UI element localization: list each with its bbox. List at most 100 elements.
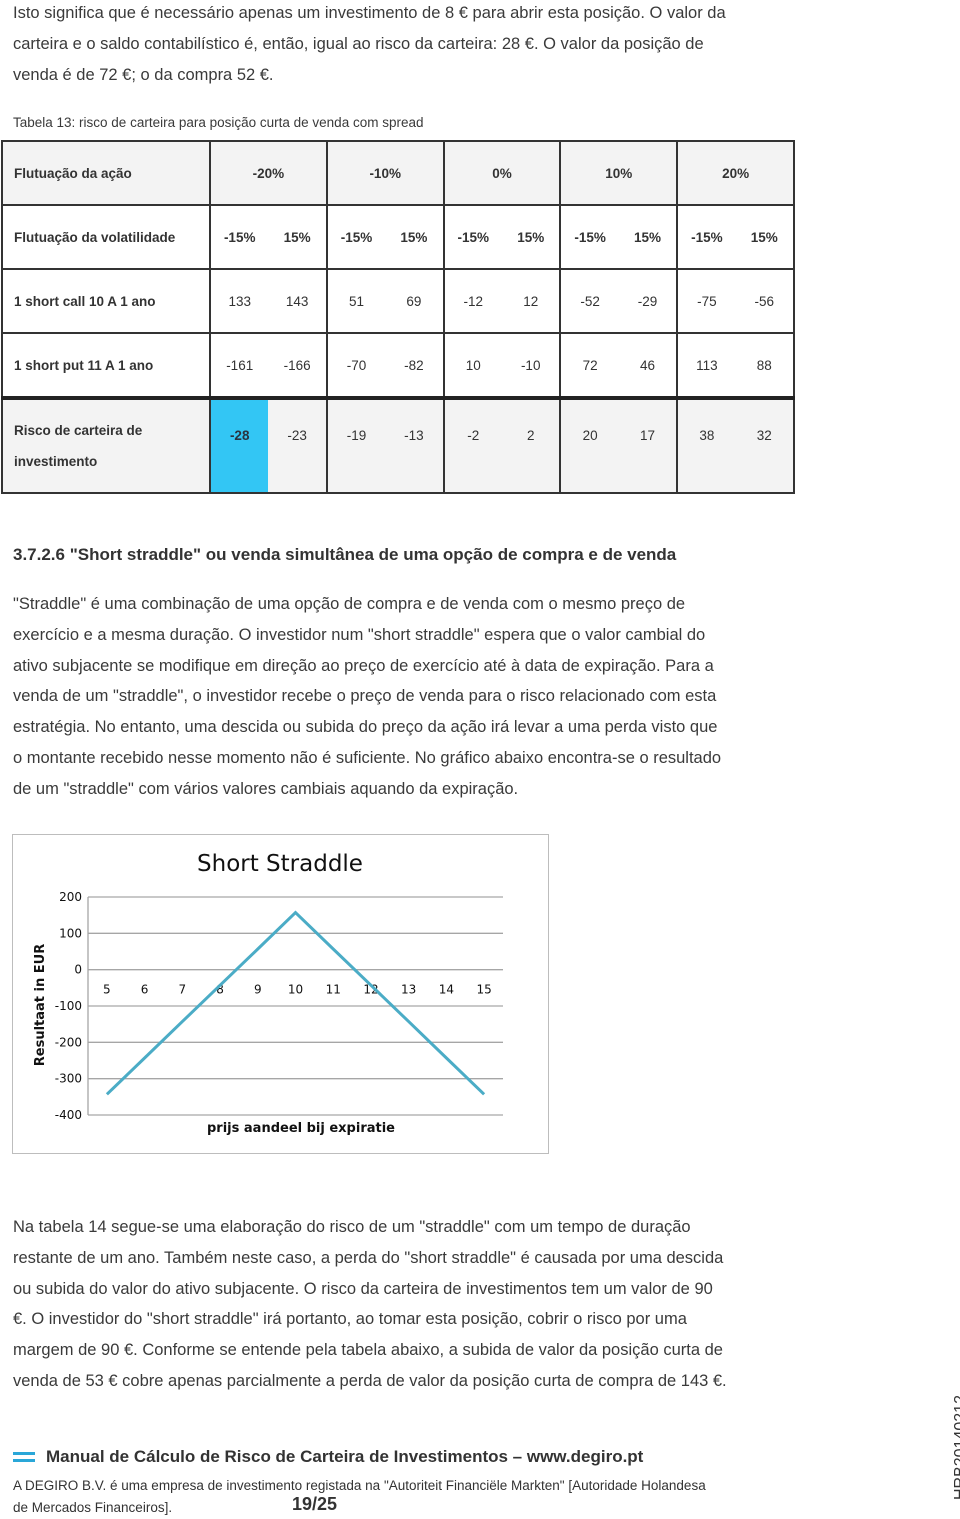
section-heading: 3.7.2.6 "Short straddle" ou venda simult… xyxy=(13,545,677,564)
vol-cell: 15% xyxy=(633,229,662,245)
table-row-total-risk: Risco de carteira de investimento -28 -23… xyxy=(1,396,795,494)
row-label: 1 short call 10 A 1 ano xyxy=(1,268,211,334)
intro-paragraph: Isto significa que é necessário apenas u… xyxy=(13,0,726,90)
value-cell: -75 xyxy=(697,293,717,309)
document-code: HRB20140212 xyxy=(952,1395,960,1500)
value-cell: 12 xyxy=(523,293,539,309)
intro-line: carteira e o saldo contabilístico é, ent… xyxy=(13,34,704,53)
vol-cell: 15% xyxy=(283,229,311,245)
stock-move-cell: 10% xyxy=(559,140,679,206)
x-tick-label: 5 xyxy=(103,983,111,997)
row-label: Flutuação da ação xyxy=(1,140,211,206)
y-tick-label: 100 xyxy=(59,926,82,940)
footer-legal-line: de Mercados Financeiros]. xyxy=(13,1500,173,1515)
intro-line: Isto significa que é necessário apenas u… xyxy=(13,4,726,22)
x-tick-label: 6 xyxy=(141,983,149,997)
vol-cell: -15% xyxy=(223,229,256,245)
vol-cell: -15% xyxy=(574,229,606,245)
value-cell: -12 xyxy=(463,293,484,309)
vol-cell: -15% xyxy=(457,229,490,245)
x-tick-label: 13 xyxy=(401,983,416,997)
table-row: 1 short put 11 A 1 ano -161 -166 -70 -82 1… xyxy=(1,332,795,399)
value-cell: -10 xyxy=(520,357,541,373)
series-line xyxy=(105,910,486,1096)
value-cell: 10 xyxy=(465,357,481,373)
closing-line: margem de 90 €. Conforme se entende pela… xyxy=(13,1341,723,1360)
vol-cell: 15% xyxy=(750,229,778,245)
row-label: Flutuação da volatilidade xyxy=(1,204,211,270)
y-tick-label: 0 xyxy=(74,963,82,977)
y-tick-label: 200 xyxy=(59,890,82,904)
risk-table: Flutuação da ação -20% -10% 0% 10% 20% F… xyxy=(1,140,795,494)
highlighted-risk-cell: -28 xyxy=(211,400,269,492)
stock-move-cell: -10% xyxy=(325,140,445,206)
closing-paragraph: Na tabela 14 segue-se uma elaboração do … xyxy=(13,1212,727,1397)
page-number: 19/25 xyxy=(292,1494,338,1514)
short-straddle-chart: Short Straddle 200 100 0 -100 -200 -300 -400 5… xyxy=(12,834,549,1154)
stock-move-cell: 0% xyxy=(442,140,562,206)
x-tick-label: 7 xyxy=(178,983,186,997)
table-caption: Tabela 13: risco de carteira para posiçã… xyxy=(13,115,424,130)
row-label-line: investimento xyxy=(14,454,98,469)
x-tick-label: 14 xyxy=(439,983,454,997)
value-cell: 72 xyxy=(582,357,598,373)
table-row: 1 short call 10 A 1 ano 133 143 51 69 -12 1… xyxy=(1,268,795,334)
row-label-line: Risco de carteira de xyxy=(14,423,143,438)
stock-move-cell: -20% xyxy=(209,140,328,206)
value-cell: 88 xyxy=(756,357,772,373)
y-tick-label: -400 xyxy=(55,1108,82,1122)
section-line: ativo subjacente se modifique em direção… xyxy=(13,656,714,675)
y-tick-label: -300 xyxy=(55,1072,82,1086)
vol-cell: 15% xyxy=(517,229,545,245)
value-cell: -56 xyxy=(754,293,775,309)
degiro-equals-logo-icon xyxy=(13,1452,35,1466)
x-tick-label: 15 xyxy=(476,983,491,997)
footer-title: Manual de Cálculo de Risco de Carteira d… xyxy=(46,1447,644,1466)
x-tick-label: 9 xyxy=(254,983,262,997)
vol-cell: 15% xyxy=(400,229,428,245)
x-tick-label: 10 xyxy=(288,983,303,997)
y-axis-label: Resultaat in EUR xyxy=(33,944,48,1066)
closing-line: Na tabela 14 segue-se uma elaboração do … xyxy=(13,1218,691,1236)
value-cell: 46 xyxy=(639,357,656,373)
value-cell: 20 xyxy=(582,428,598,443)
value-cell: -29 xyxy=(637,293,658,309)
y-tick-label: -200 xyxy=(55,1035,82,1049)
footer-legal-line: A DEGIRO B.V. é uma empresa de investime… xyxy=(13,1478,706,1493)
value-cell: 133 xyxy=(228,293,251,309)
footer-legal: A DEGIRO B.V. é uma empresa de investime… xyxy=(13,1475,706,1519)
value-cell: -2 xyxy=(467,428,480,443)
value-cell: -166 xyxy=(283,357,311,373)
table-row-stock-moves: Flutuação da ação -20% -10% 0% 10% 20% xyxy=(1,140,795,206)
intro-line: venda é de 72 €; o da compra 52 €. xyxy=(13,65,274,84)
chart-title: Short Straddle xyxy=(197,851,363,877)
section-line: de um "straddle" com vários valores camb… xyxy=(13,779,519,798)
section-line: o montante recebido nesse momento não é … xyxy=(13,748,722,767)
value-cell: -82 xyxy=(404,357,424,373)
value-cell: 69 xyxy=(406,293,422,309)
value-cell: -70 xyxy=(346,357,367,373)
value-cell: 51 xyxy=(348,293,365,309)
value-cell: 113 xyxy=(696,357,718,373)
value-cell: 38 xyxy=(699,428,715,443)
section-paragraph: "Straddle" é uma combinação de uma opção… xyxy=(13,589,721,805)
closing-line: venda de 53 € cobre apenas parcialmente … xyxy=(13,1371,727,1390)
value-cell: -13 xyxy=(404,428,424,443)
section-line: venda de um "straddle", o investidor rec… xyxy=(13,687,717,706)
vol-cell: -15% xyxy=(340,229,373,245)
closing-line: €. O investidor do "short straddle" irá … xyxy=(13,1310,687,1329)
value-cell: 143 xyxy=(285,293,309,309)
table-row-volatility: Flutuação da volatilidade -15% 15% -15% 15… xyxy=(1,204,795,270)
vol-cell: -15% xyxy=(691,229,723,245)
value-cell: 17 xyxy=(639,428,656,443)
closing-line: restante de um ano. Também neste caso, a… xyxy=(13,1248,724,1267)
section-line: estratégia. No entanto, uma descida ou s… xyxy=(13,718,718,737)
value-cell: -52 xyxy=(580,293,600,309)
value-cell: -23 xyxy=(287,428,307,443)
row-label: Risco de carteira de investimento xyxy=(1,396,211,494)
value-cell: -19 xyxy=(346,428,367,443)
section-line: exercício e a mesma duração. O investido… xyxy=(13,625,706,644)
value-cell: 2 xyxy=(526,428,535,443)
value-cell: 32 xyxy=(756,428,772,443)
closing-line: ou subida do valor do ativo subjacente. … xyxy=(13,1279,713,1298)
